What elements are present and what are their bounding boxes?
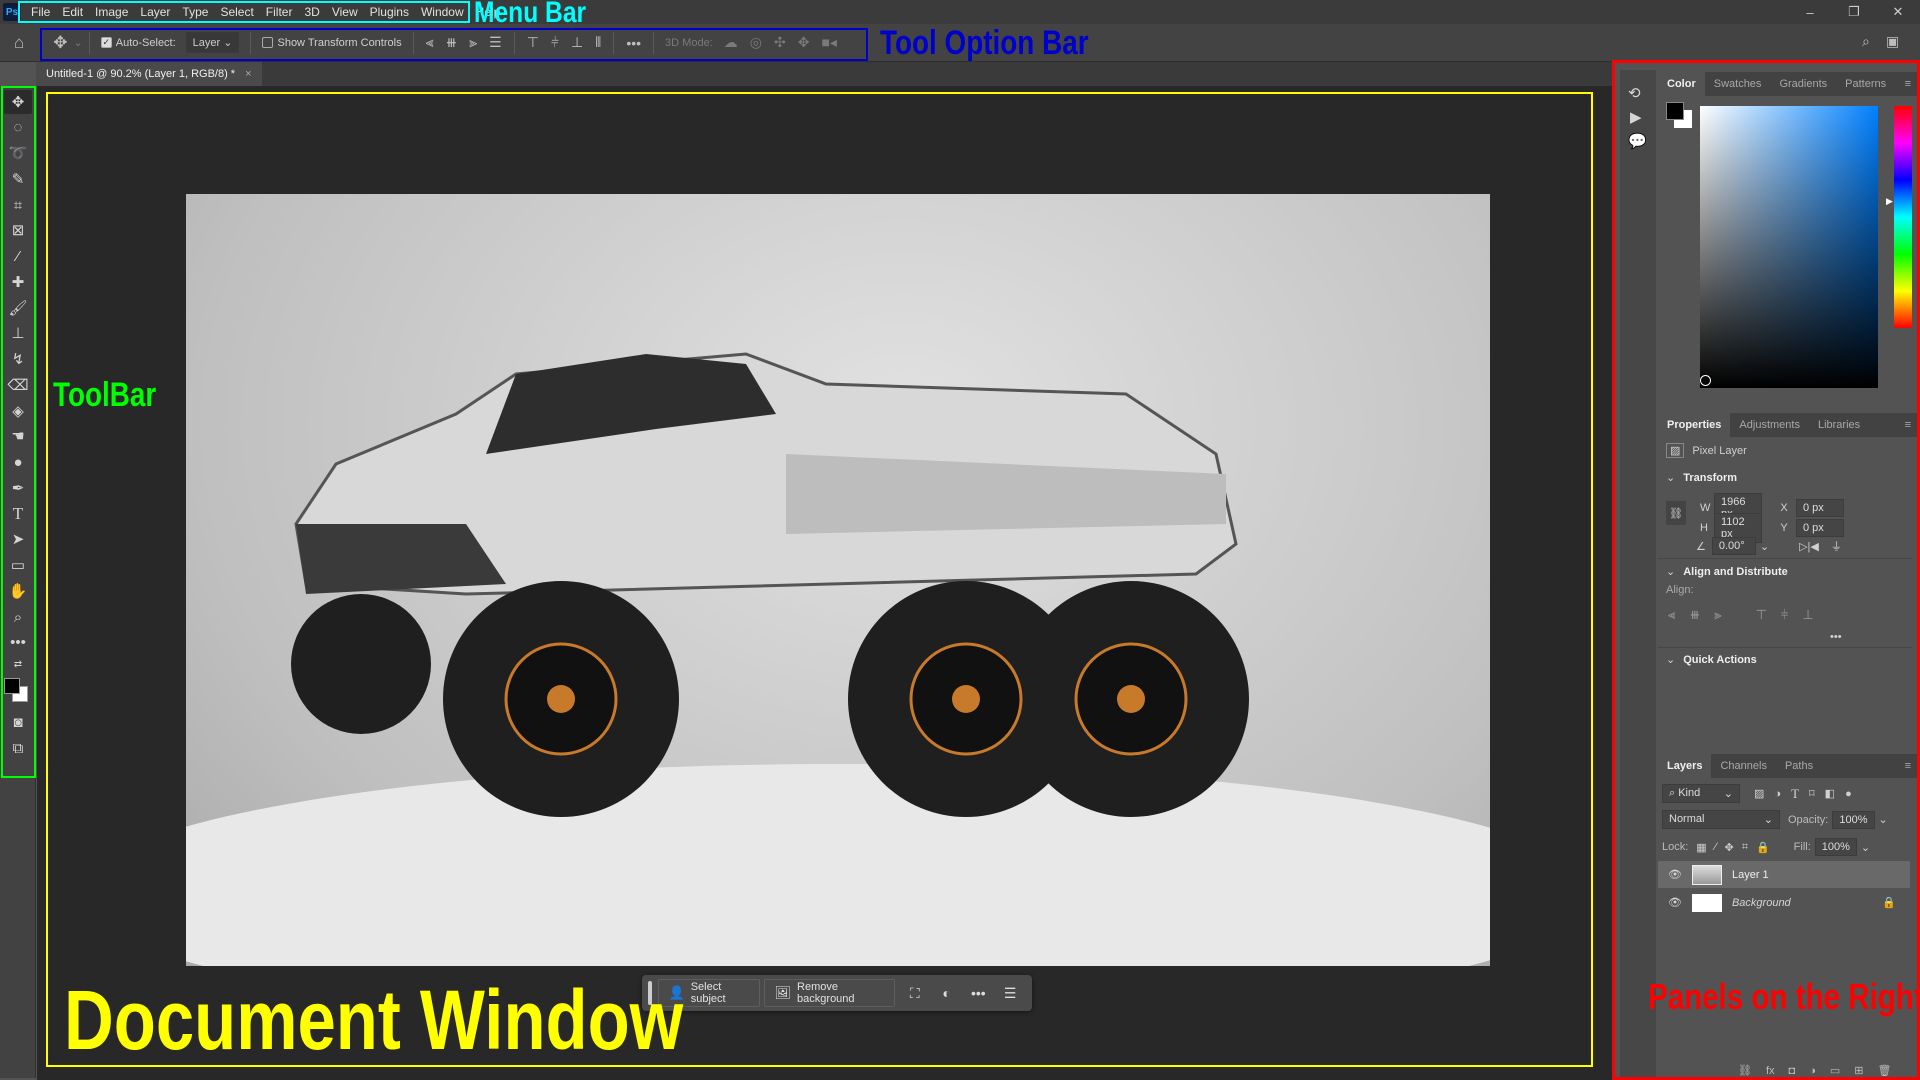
workspace-icon[interactable]: ▣ <box>1886 33 1899 50</box>
restore-button[interactable]: ❐ <box>1832 0 1876 24</box>
minimize-button[interactable]: – <box>1788 0 1832 24</box>
search-icon[interactable]: ⌕ <box>1862 33 1870 50</box>
tool-option-bar-highlight <box>40 28 868 61</box>
tool-option-bar-annotation: Tool Option Bar <box>880 24 1089 62</box>
close-tab-icon[interactable]: × <box>245 68 251 80</box>
document-tab-bar: Untitled-1 @ 90.2% (Layer 1, RGB/8) * × <box>36 62 1614 86</box>
panels-highlight <box>1612 60 1920 1080</box>
document-window-annotation: Document Window <box>64 973 684 1067</box>
foreground-color-swatch[interactable] <box>4 678 20 694</box>
panels-annotation: Panels on the Right <box>1648 976 1920 1017</box>
document-tab[interactable]: Untitled-1 @ 90.2% (Layer 1, RGB/8) * × <box>36 62 262 86</box>
document-window-highlight <box>46 92 1593 1067</box>
menu-bar-highlight <box>18 1 470 23</box>
foreground-color-swatch[interactable] <box>1666 102 1684 120</box>
menu-bar-annotation: Menu Bar <box>474 0 587 29</box>
close-window-button[interactable]: ✕ <box>1876 0 1920 24</box>
toolbar-highlight <box>1 86 36 778</box>
home-icon[interactable]: ⌂ <box>14 33 24 53</box>
